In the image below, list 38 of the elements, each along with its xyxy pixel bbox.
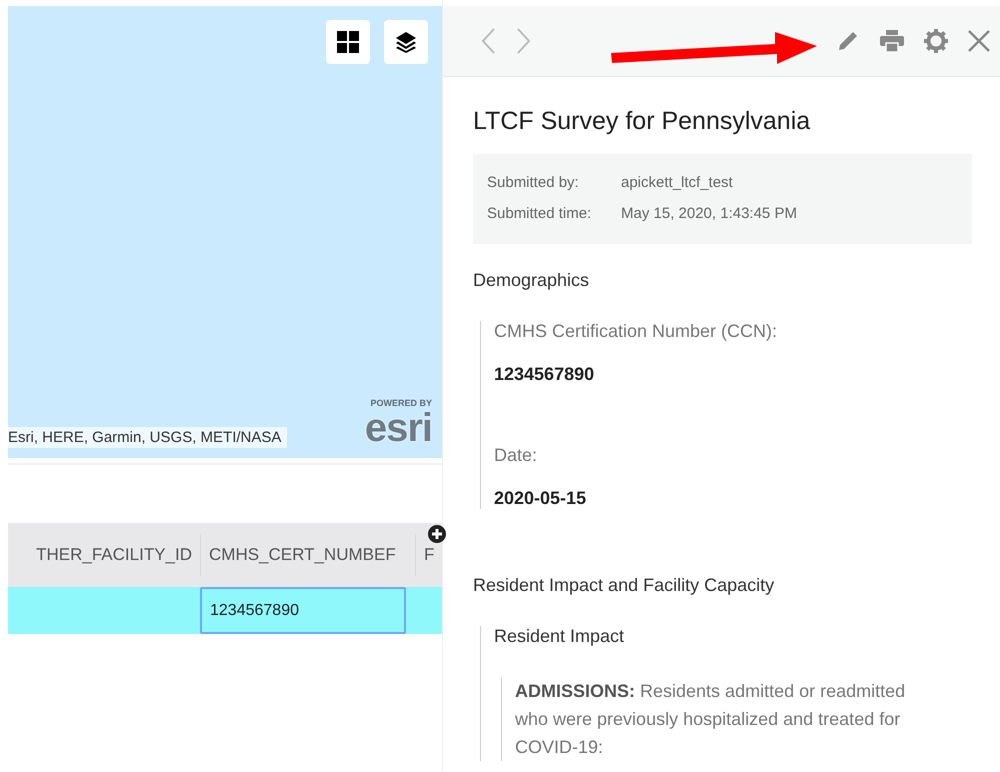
settings-icon xyxy=(924,29,948,53)
field-value: 1234567890 xyxy=(494,364,596,385)
layers-button[interactable] xyxy=(384,20,428,64)
logo-wordmark: esri xyxy=(364,408,432,448)
field-label: Date: xyxy=(494,445,538,466)
chevron-right-icon xyxy=(517,28,531,54)
map-attribution: Esri, HERE, Garmin, USGS, METI/NASA xyxy=(8,427,288,448)
section-title: Demographics xyxy=(473,270,590,291)
chevron-left-icon xyxy=(481,28,495,54)
popup-title: LTCF Survey for Pennsylvania xyxy=(473,107,812,136)
next-button[interactable] xyxy=(517,28,531,54)
table-row[interactable]: 1234567890 xyxy=(8,587,442,634)
column-header[interactable]: F xyxy=(416,545,434,565)
field-value: 2020-05-15 xyxy=(494,488,588,509)
meta-label: Submitted time: xyxy=(487,205,592,222)
field-label: CMHS Certification Number (CCN): xyxy=(494,321,778,342)
close-icon xyxy=(968,30,990,52)
column-header[interactable]: THER_FACILITY_ID xyxy=(8,534,201,576)
close-button[interactable] xyxy=(968,30,990,52)
pencil-icon xyxy=(836,29,860,53)
meta-value: apickett_ltcf_test xyxy=(621,174,733,191)
group-title: Resident Impact xyxy=(494,626,626,647)
printer-icon xyxy=(880,30,904,52)
settings-button[interactable] xyxy=(924,29,948,53)
table-cell[interactable]: 1234567890 xyxy=(200,587,406,634)
basemap-button[interactable] xyxy=(326,20,370,64)
section-title: Resident Impact and Facility Capacity xyxy=(473,575,776,596)
meta-label: Submitted by: xyxy=(487,174,580,191)
add-column-icon[interactable] xyxy=(428,525,446,543)
logo-tagline: POWERED BY xyxy=(370,399,432,408)
previous-button[interactable] xyxy=(481,28,495,54)
column-header[interactable]: CMHS_CERT_NUMBEF xyxy=(201,534,416,576)
layers-icon xyxy=(395,31,417,53)
edit-button[interactable] xyxy=(836,29,860,53)
question-text: ADMISSIONS: Residents admitted or readmitted who were previously hospitalized and treated for COVID-19: xyxy=(515,680,906,759)
print-button[interactable] xyxy=(880,30,904,52)
meta-value: May 15, 2020, 1:43:45 PM xyxy=(621,205,797,222)
grid-icon xyxy=(337,31,359,53)
